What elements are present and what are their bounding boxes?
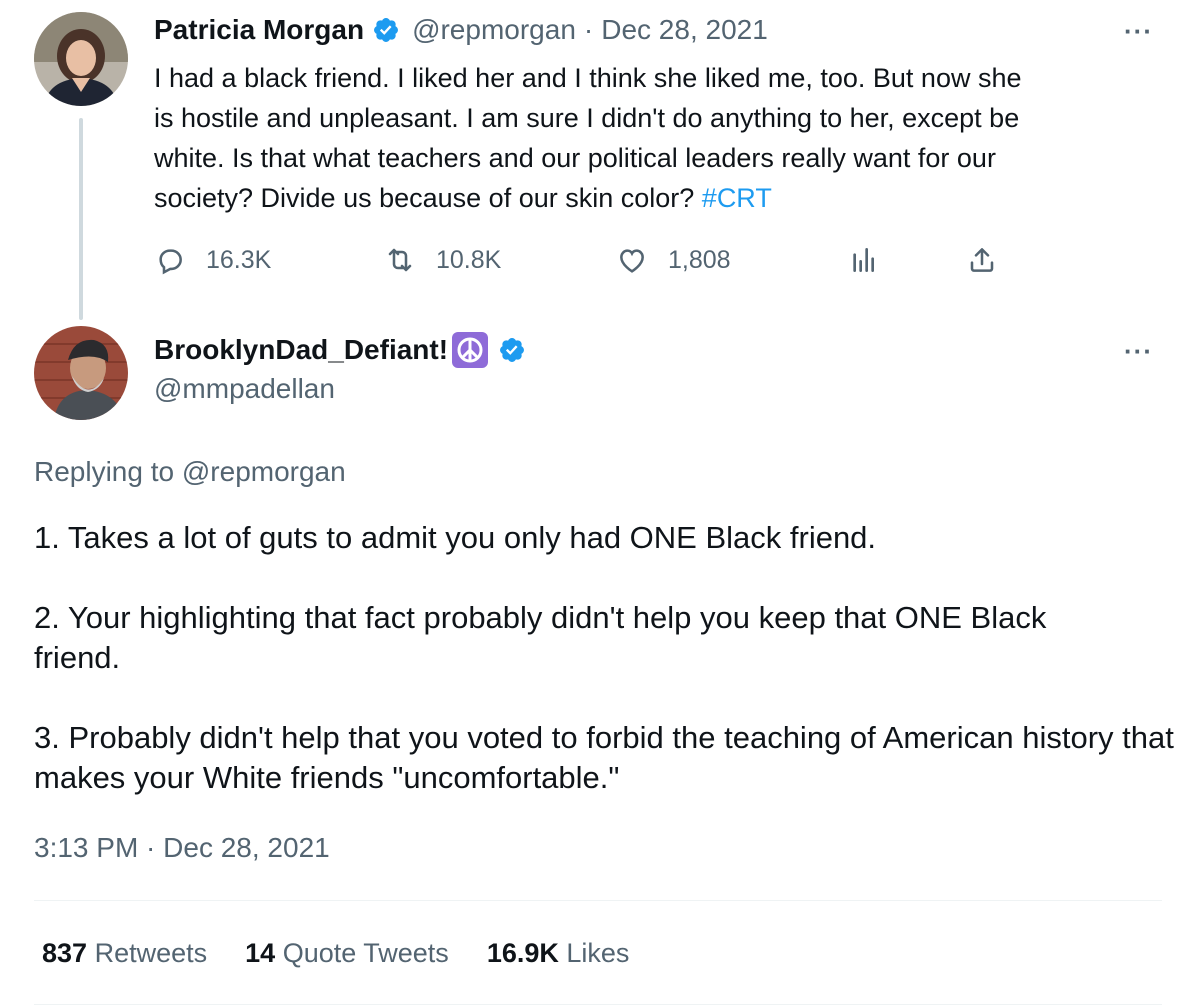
quote-tweets-stat[interactable]: 14 Quote Tweets <box>245 938 449 969</box>
dot-separator: · <box>583 14 594 45</box>
hashtag-link[interactable]: #CRT <box>702 183 772 213</box>
divider-bottom <box>34 1004 1162 1005</box>
engagement-stats: 837 Retweets 14 Quote Tweets 16.9K Likes <box>42 938 629 969</box>
reply-action[interactable]: 16.3K <box>154 244 271 276</box>
tweet-text-line: white. Is that what teachers and our pol… <box>154 143 996 173</box>
parent-tweet-text: I had a black friend. I liked her and I … <box>154 58 1164 218</box>
retweets-stat[interactable]: 837 Retweets <box>42 938 207 969</box>
likes-label: Likes <box>566 938 630 968</box>
replying-to-line: Replying to @repmorgan <box>34 456 346 488</box>
retweet-count: 10.8K <box>436 245 502 274</box>
author-handle[interactable]: @repmorgan <box>412 14 576 46</box>
retweet-action[interactable]: 10.8K <box>384 244 501 276</box>
reply-icon <box>159 249 182 275</box>
reply-count: 16.3K <box>206 245 272 274</box>
avatar-brooklyndad[interactable] <box>34 326 128 420</box>
share-icon <box>970 248 994 272</box>
retweet-icon <box>388 248 412 272</box>
like-count: 1,808 <box>668 245 731 274</box>
reply-paragraph: 2. Your highlighting that fact probably … <box>34 600 1047 675</box>
author-handle[interactable]: @mmpadellan <box>154 373 335 405</box>
analytics-action[interactable] <box>848 244 880 276</box>
quotes-label: Quote Tweets <box>282 938 449 968</box>
retweets-label: Retweets <box>94 938 208 968</box>
more-options-button[interactable]: ··· <box>1124 336 1153 367</box>
share-action[interactable] <box>966 244 998 276</box>
analytics-icon <box>853 248 874 272</box>
like-icon <box>620 249 644 273</box>
likes-stat[interactable]: 16.9K Likes <box>487 938 630 969</box>
reply-tweet-header: BrooklynDad_Defiant! <box>154 332 526 368</box>
parent-tweet-header: Patricia Morgan @repmorgan · Dec 28, 202… <box>154 14 768 46</box>
reply-paragraph: 3. Probably didn't help that you voted t… <box>34 720 1174 795</box>
tweet-text-line-last: society? Divide us because of our skin c… <box>154 183 695 213</box>
like-action[interactable]: 1,808 <box>616 244 731 276</box>
replying-to-handle-link[interactable]: @repmorgan <box>182 456 346 487</box>
avatar-image <box>34 12 128 106</box>
divider <box>34 900 1162 901</box>
thread-connector-line <box>79 118 83 320</box>
verified-badge-icon <box>372 16 400 44</box>
tweet-text-line: I had a black friend. I liked her and I … <box>154 63 1022 93</box>
tweet-timestamp[interactable]: 3:13 PM · Dec 28, 2021 <box>34 832 330 864</box>
avatar-image <box>34 326 128 420</box>
verified-badge-icon <box>498 336 526 364</box>
peace-symbol-icon <box>452 332 489 368</box>
quotes-count: 14 <box>245 938 276 968</box>
retweets-count: 837 <box>42 938 88 968</box>
tweet-text-line: is hostile and unpleasant. I am sure I d… <box>154 103 1020 133</box>
author-name[interactable]: Patricia Morgan <box>154 14 364 46</box>
avatar-patricia-morgan[interactable] <box>34 12 128 106</box>
more-options-button[interactable]: ··· <box>1124 16 1153 47</box>
replying-to-label: Replying to <box>34 456 175 487</box>
tweet-text-line: society? Divide us because of our skin c… <box>154 178 1164 218</box>
reply-tweet-text: 1. Takes a lot of guts to admit you only… <box>34 518 1174 838</box>
author-name[interactable]: BrooklynDad_Defiant! <box>154 334 448 366</box>
tweet-date[interactable]: Dec 28, 2021 <box>601 14 768 46</box>
likes-count: 16.9K <box>486 938 559 968</box>
reply-paragraph: 1. Takes a lot of guts to admit you only… <box>34 520 877 555</box>
